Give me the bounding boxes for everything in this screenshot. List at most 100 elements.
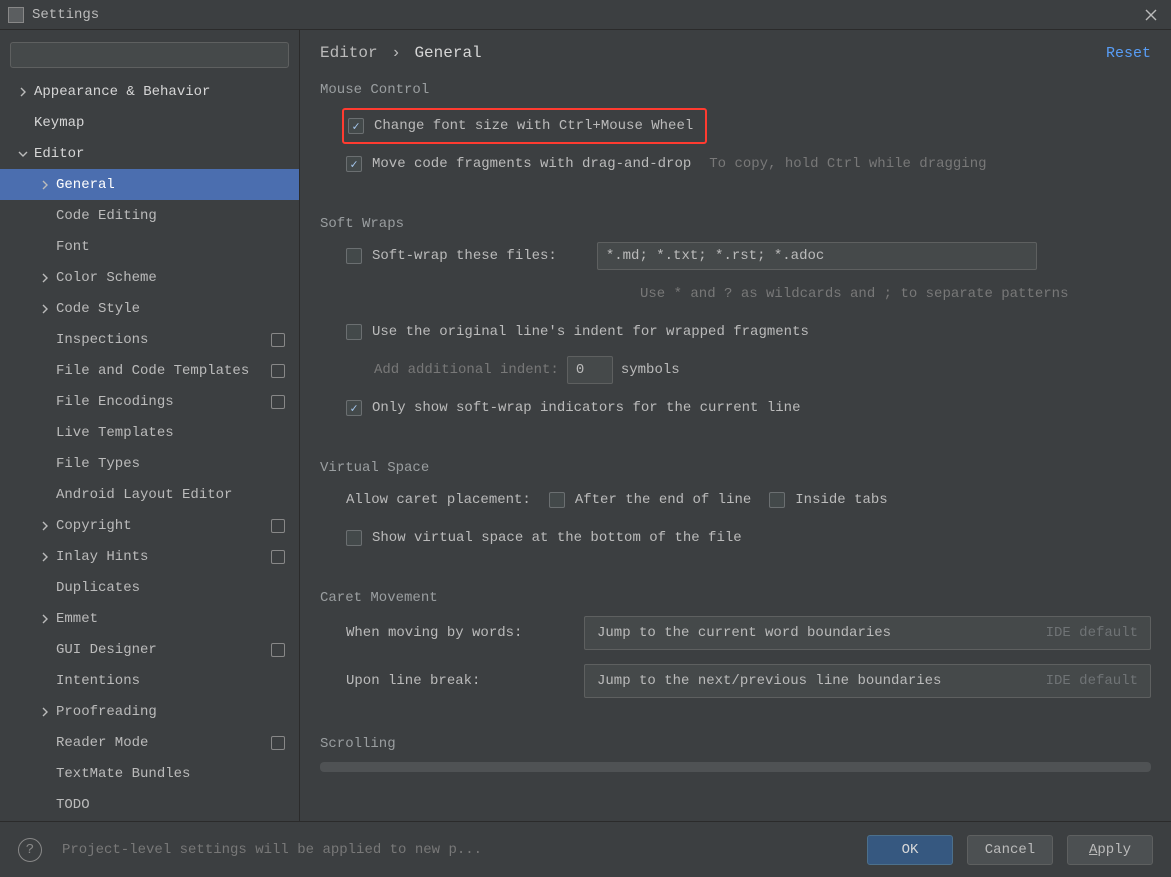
dialog-footer: ? Project-level settings will be applied… <box>0 821 1171 877</box>
tree-item-label: File Encodings <box>56 394 174 410</box>
tree-item-emmet[interactable]: Emmet <box>0 603 299 634</box>
chevron-icon <box>40 614 56 624</box>
tree-item-todo[interactable]: TODO <box>0 789 299 820</box>
project-badge-icon <box>271 333 285 347</box>
tree-item-label: Editor <box>34 146 84 162</box>
apply-button[interactable]: Apply <box>1067 835 1153 865</box>
section-caret-movement: Caret Movement <box>320 590 1151 606</box>
tree-item-label: File and Code Templates <box>56 363 249 379</box>
label-inside-tabs: Inside tabs <box>795 492 887 508</box>
titlebar: Settings <box>0 0 1171 30</box>
project-badge-icon <box>271 736 285 750</box>
project-badge-icon <box>271 395 285 409</box>
checkbox-only-show-indicators[interactable] <box>346 400 362 416</box>
chevron-icon <box>40 304 56 314</box>
tree-item-proofreading[interactable]: Proofreading <box>0 696 299 727</box>
tree-item-duplicates[interactable]: Duplicates <box>0 572 299 603</box>
tree-item-label: Copyright <box>56 518 132 534</box>
tree-item-code-style[interactable]: Code Style <box>0 293 299 324</box>
checkbox-inside-tabs[interactable] <box>769 492 785 508</box>
label-after-eol: After the end of line <box>575 492 751 508</box>
checkbox-change-font-size[interactable] <box>348 118 364 134</box>
tree-item-label: Android Layout Editor <box>56 487 232 503</box>
tree-item-general[interactable]: General <box>0 169 299 200</box>
project-badge-icon <box>271 550 285 564</box>
label-drag-drop: Move code fragments with drag-and-drop <box>372 156 691 172</box>
highlighted-option: Change font size with Ctrl+Mouse Wheel <box>342 108 707 144</box>
checkbox-virtual-bottom[interactable] <box>346 530 362 546</box>
tree-item-reader-mode[interactable]: Reader Mode <box>0 727 299 758</box>
tree-item-textmate-bundles[interactable]: TextMate Bundles <box>0 758 299 789</box>
checkbox-drag-drop[interactable] <box>346 156 362 172</box>
tree-item-code-editing[interactable]: Code Editing <box>0 200 299 231</box>
tree-item-color-scheme[interactable]: Color Scheme <box>0 262 299 293</box>
tree-item-gui-designer[interactable]: GUI Designer <box>0 634 299 665</box>
tree-item-label: Live Templates <box>56 425 174 441</box>
ok-button[interactable]: OK <box>867 835 953 865</box>
section-soft-wraps: Soft Wraps <box>320 216 1151 232</box>
project-badge-icon <box>271 364 285 378</box>
chevron-icon <box>40 552 56 562</box>
settings-tree[interactable]: Appearance & Behavior Keymap Editor General… <box>0 76 299 821</box>
tree-item-copyright[interactable]: Copyright <box>0 510 299 541</box>
label-line-break: Upon line break: <box>346 673 566 689</box>
chevron-icon <box>40 707 56 717</box>
cancel-button[interactable]: Cancel <box>967 835 1053 865</box>
chevron-icon <box>40 273 56 283</box>
checkbox-softwrap-files[interactable] <box>346 248 362 264</box>
tree-item-file-types[interactable]: File Types <box>0 448 299 479</box>
tree-item-label: File Types <box>56 456 140 472</box>
tree-item-label: GUI Designer <box>56 642 157 658</box>
tree-item-file-encodings[interactable]: File Encodings <box>0 386 299 417</box>
settings-content: Mouse Control Change font size with Ctrl… <box>300 72 1171 821</box>
tree-item-label: Appearance & Behavior <box>34 84 210 100</box>
tree-item-label: Font <box>56 239 90 255</box>
tree-item-label: Reader Mode <box>56 735 148 751</box>
select-line-break[interactable]: Jump to the next/previous line boundarie… <box>584 664 1151 698</box>
project-badge-icon <box>271 643 285 657</box>
select-by-words[interactable]: Jump to the current word boundaries IDE … <box>584 616 1151 650</box>
search-input[interactable] <box>10 42 289 68</box>
app-icon <box>8 7 24 23</box>
label-add-indent: Add additional indent: <box>374 362 559 378</box>
label-symbols: symbols <box>621 362 680 378</box>
tree-item-label: Keymap <box>34 115 84 131</box>
input-indent-value[interactable] <box>567 356 613 384</box>
chevron-icon <box>40 180 56 190</box>
tree-item-file-and-code-templates[interactable]: File and Code Templates <box>0 355 299 386</box>
tree-item-inlay-hints[interactable]: Inlay Hints <box>0 541 299 572</box>
tree-item-android-layout-editor[interactable]: Android Layout Editor <box>0 479 299 510</box>
tree-item-editor[interactable]: Editor <box>0 138 299 169</box>
tree-item-appearance-behavior[interactable]: Appearance & Behavior <box>0 76 299 107</box>
chevron-icon <box>18 149 34 159</box>
tree-item-live-templates[interactable]: Live Templates <box>0 417 299 448</box>
tree-item-label: TextMate Bundles <box>56 766 190 782</box>
checkbox-after-eol[interactable] <box>549 492 565 508</box>
hint-drag-drop: To copy, hold Ctrl while dragging <box>709 156 986 172</box>
window-title: Settings <box>32 7 99 23</box>
hint-softwrap-pattern: Use * and ? as wildcards and ; to separa… <box>640 286 1068 302</box>
tree-item-label: General <box>56 177 115 193</box>
sidebar: Appearance & Behavior Keymap Editor General… <box>0 30 300 821</box>
checkbox-original-indent[interactable] <box>346 324 362 340</box>
section-scrolling: Scrolling <box>320 736 1151 752</box>
tree-item-label: Proofreading <box>56 704 157 720</box>
tree-item-font[interactable]: Font <box>0 231 299 262</box>
label-virtual-bottom: Show virtual space at the bottom of the … <box>372 530 742 546</box>
tree-item-keymap[interactable]: Keymap <box>0 107 299 138</box>
close-icon[interactable] <box>1139 3 1163 27</box>
label-original-indent: Use the original line's indent for wrapp… <box>372 324 809 340</box>
horizontal-scrollbar[interactable] <box>320 762 1151 772</box>
tree-item-label: Emmet <box>56 611 98 627</box>
help-button[interactable]: ? <box>18 838 42 862</box>
tree-item-intentions[interactable]: Intentions <box>0 665 299 696</box>
reset-link[interactable]: Reset <box>1106 45 1151 62</box>
section-virtual-space: Virtual Space <box>320 460 1151 476</box>
input-softwrap-pattern[interactable] <box>597 242 1037 270</box>
tree-item-label: Code Editing <box>56 208 157 224</box>
tree-item-inspections[interactable]: Inspections <box>0 324 299 355</box>
tree-item-label: Color Scheme <box>56 270 157 286</box>
footer-note: Project-level settings will be applied t… <box>62 842 853 858</box>
tree-item-label: Duplicates <box>56 580 140 596</box>
tree-item-label: TODO <box>56 797 90 813</box>
